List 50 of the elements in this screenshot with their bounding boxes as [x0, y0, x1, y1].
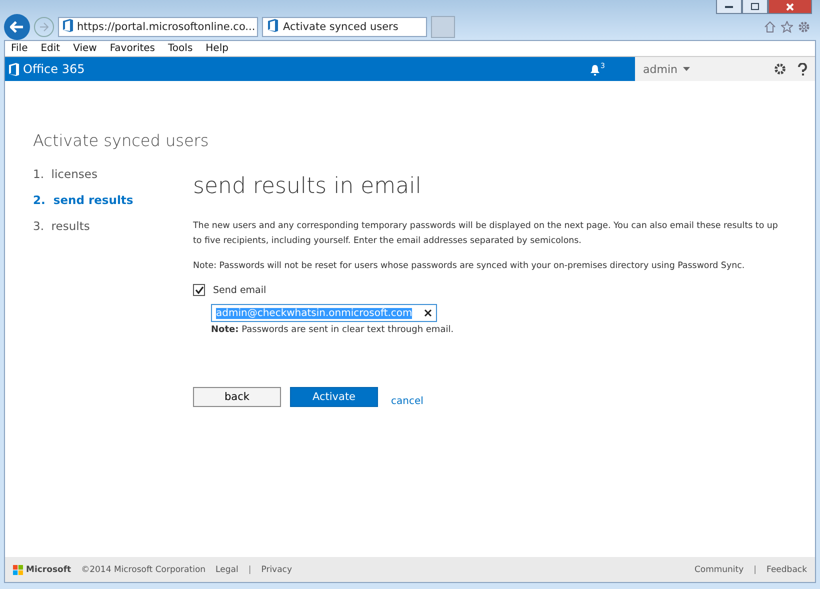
link-separator: | — [754, 564, 757, 574]
menu-item[interactable]: Edit — [40, 43, 60, 54]
link-separator: | — [248, 564, 252, 574]
back-button[interactable]: back — [193, 387, 281, 407]
home-icon[interactable] — [764, 21, 776, 33]
footer-link[interactable]: Legal — [216, 564, 238, 574]
office-logo-icon — [268, 19, 278, 32]
wizard-step[interactable]: 3. results — [33, 219, 193, 233]
wizard-step[interactable]: 2. send results — [33, 193, 193, 207]
footer-link[interactable]: Privacy — [261, 564, 292, 574]
address-bar[interactable]: https://portal.microsoftonline.co... — [58, 17, 258, 37]
menu-item[interactable]: Favorites — [110, 43, 156, 54]
wizard-step[interactable]: 1. licenses — [33, 167, 193, 181]
footer-link[interactable]: Community — [694, 564, 744, 574]
menu-item[interactable]: Tools — [168, 43, 193, 54]
minimize-button[interactable] — [716, 0, 742, 14]
menu-item[interactable]: View — [73, 43, 97, 54]
brand-name[interactable]: Office 365 — [23, 62, 85, 76]
maximize-button[interactable] — [742, 0, 768, 14]
arrow-right-icon — [39, 22, 49, 32]
footer-link[interactable]: Feedback — [766, 564, 807, 574]
activate-button[interactable]: Activate — [290, 387, 378, 407]
star-icon[interactable] — [781, 21, 793, 33]
office-logo-icon — [63, 19, 73, 32]
settings-icon[interactable] — [774, 63, 786, 75]
clear-icon[interactable] — [424, 309, 432, 317]
cancel-link[interactable]: cancel — [391, 396, 424, 406]
description-text: The new users and any corresponding temporary passwords will be displayed on the next page. You can also email these results to up to five recipients, including yourself. Enter the email addresses separated by semicolons. — [193, 220, 779, 248]
user-menu[interactable]: admin — [635, 57, 766, 81]
minimize-icon — [725, 5, 733, 8]
arrow-left-icon — [10, 21, 24, 33]
help-icon[interactable] — [798, 62, 807, 76]
copyright-text: ©2014 Microsoft Corporation — [81, 564, 206, 574]
close-button[interactable] — [768, 0, 812, 14]
maximize-icon — [751, 3, 759, 10]
page-heading: send results in email — [193, 174, 422, 199]
footer-brand: Microsoft — [26, 564, 72, 574]
microsoft-logo-icon — [13, 564, 23, 574]
checkbox-label: Send email — [213, 284, 266, 296]
back-button[interactable] — [4, 14, 30, 40]
menu-item[interactable]: File — [11, 43, 28, 54]
menu-item[interactable]: Help — [206, 43, 228, 54]
caret-icon — [683, 67, 690, 71]
email-note: Note: Passwords are sent in clear text through email. — [211, 325, 455, 335]
close-icon — [786, 2, 794, 10]
wizard-title: Activate synced users — [33, 131, 210, 150]
description-text: Note: Passwords will not be reset for users whose passwords are synced with your on-premises directory using Password Sync. — [193, 260, 746, 273]
browser-tab[interactable]: Activate synced users — [262, 17, 427, 37]
send-email-checkbox[interactable] — [193, 284, 205, 296]
office-logo-icon — [9, 62, 19, 76]
